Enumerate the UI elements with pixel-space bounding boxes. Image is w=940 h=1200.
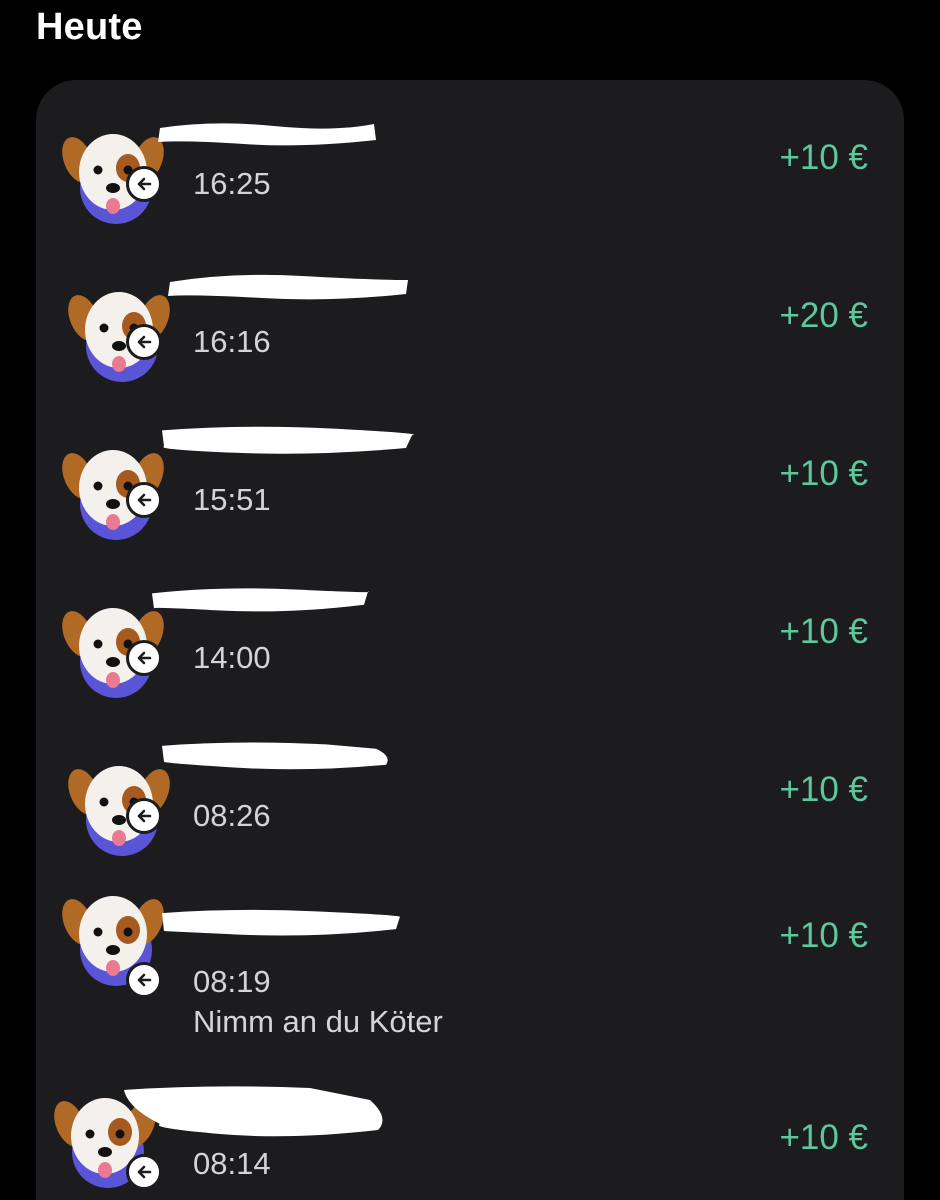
transaction-amount: +10 € bbox=[779, 1118, 868, 1157]
transaction-time: 08:26 bbox=[193, 798, 271, 833]
transaction-amount: +10 € bbox=[779, 454, 868, 493]
transaction-time: 16:25 bbox=[193, 166, 271, 201]
incoming-arrow-icon bbox=[126, 962, 162, 998]
name-redaction bbox=[156, 740, 392, 772]
transaction-list: 16:25 +10 € 16:16 +20 € 15:51 +10 € 14:0… bbox=[36, 80, 904, 1200]
incoming-arrow-icon bbox=[126, 1154, 162, 1190]
incoming-arrow-icon bbox=[126, 798, 162, 834]
name-redaction bbox=[120, 1084, 390, 1140]
name-redaction bbox=[154, 118, 380, 150]
name-redaction bbox=[156, 906, 404, 938]
transaction-time: 08:19 bbox=[193, 964, 271, 999]
transaction-amount: +10 € bbox=[779, 138, 868, 177]
transaction-time: 16:16 bbox=[193, 324, 271, 359]
name-redaction bbox=[148, 584, 370, 616]
transaction-note: Nimm an du Köter bbox=[193, 1004, 443, 1039]
incoming-arrow-icon bbox=[126, 166, 162, 202]
incoming-arrow-icon bbox=[126, 324, 162, 360]
transaction-amount: +10 € bbox=[779, 770, 868, 809]
incoming-arrow-icon bbox=[126, 640, 162, 676]
transaction-time: 14:00 bbox=[193, 640, 271, 675]
section-title: Heute bbox=[36, 6, 143, 48]
name-redaction bbox=[162, 270, 412, 302]
transaction-row[interactable]: 16:16 +20 € bbox=[36, 258, 904, 408]
incoming-arrow-icon bbox=[126, 482, 162, 518]
transaction-row[interactable]: 08:19 Nimm an du Köter +10 € bbox=[36, 890, 904, 1060]
transaction-row[interactable]: 16:25 +10 € bbox=[36, 100, 904, 250]
name-redaction bbox=[156, 424, 416, 456]
transaction-time: 15:51 bbox=[193, 482, 271, 517]
transaction-row[interactable]: 14:00 +10 € bbox=[36, 574, 904, 724]
transaction-row[interactable]: 15:51 +10 € bbox=[36, 416, 904, 566]
transaction-time: 08:14 bbox=[193, 1146, 271, 1181]
transaction-amount: +20 € bbox=[779, 296, 868, 335]
transaction-amount: +10 € bbox=[779, 612, 868, 651]
transaction-amount: +10 € bbox=[779, 916, 868, 955]
transaction-row[interactable]: 08:14 +10 € bbox=[36, 1080, 904, 1200]
transaction-row[interactable]: 08:26 +10 € bbox=[36, 732, 904, 882]
